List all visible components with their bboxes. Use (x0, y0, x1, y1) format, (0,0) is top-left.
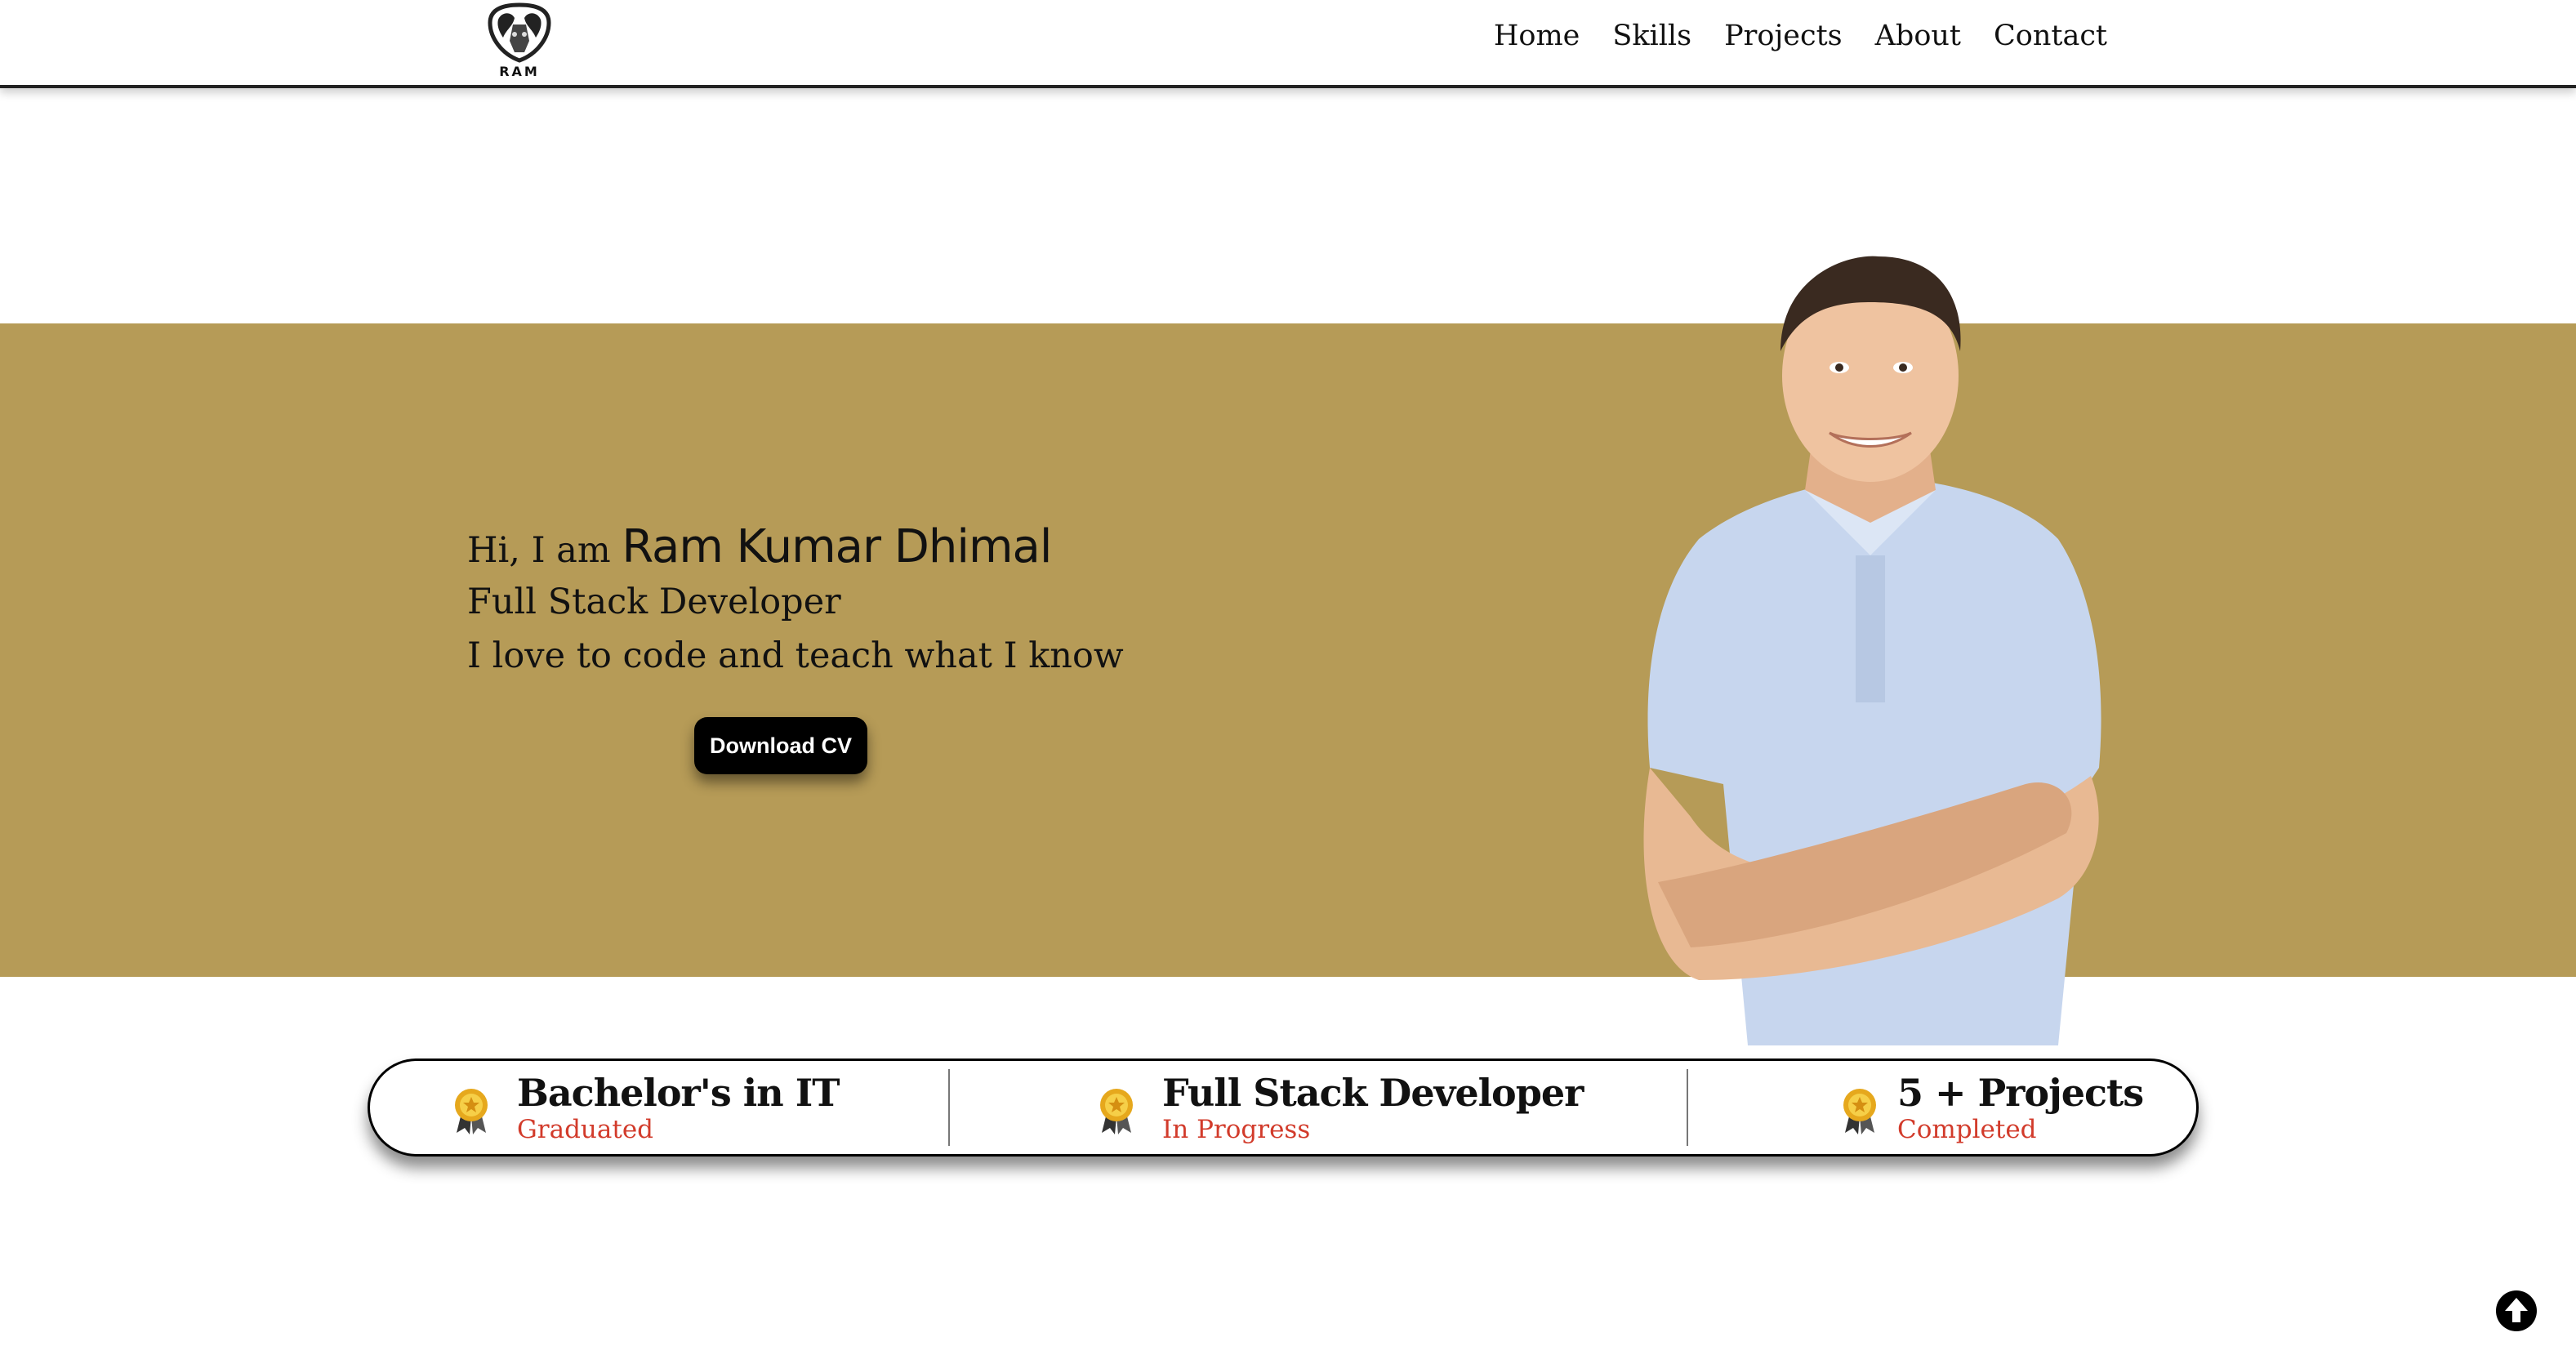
profile-photo (1643, 256, 2101, 1045)
hero-tagline: I love to code and teach what I know (467, 635, 1124, 676)
nav-about[interactable]: About (1875, 20, 1961, 52)
stats-bar: Bachelor's in IT Graduated Full Stack De… (368, 1059, 2199, 1157)
nav-skills[interactable]: Skills (1612, 20, 1691, 52)
hero-section (0, 323, 2576, 977)
nav-home[interactable]: Home (1494, 20, 1580, 52)
logo-text: RAM (499, 64, 540, 79)
stats-divider (1687, 1069, 1688, 1146)
stat-subtitle: Completed (1897, 1115, 2037, 1144)
nav-contact[interactable]: Contact (1994, 20, 2107, 52)
stat-title: Full Stack Developer (1162, 1071, 1584, 1115)
stat-title: Bachelor's in IT (517, 1071, 840, 1115)
stat-subtitle: In Progress (1162, 1115, 1311, 1144)
stat-subtitle: Graduated (517, 1115, 654, 1144)
ram-head-icon (488, 2, 551, 63)
stats-divider (948, 1069, 950, 1146)
hero-text: Hi, I am Ram Kumar Dhimal Full Stack Dev… (467, 523, 1124, 683)
medal-icon (1100, 1089, 1133, 1134)
scroll-top-button[interactable] (2496, 1290, 2537, 1331)
medal-icon (455, 1089, 488, 1134)
nav-projects[interactable]: Projects (1724, 20, 1843, 52)
greeting-text: Hi, I am (467, 530, 611, 571)
download-cv-button[interactable]: Download CV (694, 717, 867, 774)
hero-greeting: Hi, I am Ram Kumar Dhimal (467, 523, 1124, 575)
hero-role: Full Stack Developer (467, 582, 841, 622)
arrow-up-circle-icon (2497, 1291, 2536, 1330)
main-nav: Home Skills Projects About Contact (1494, 20, 2107, 52)
hero-name: Ram Kumar Dhimal (622, 520, 1052, 573)
ram-logo[interactable]: RAM (484, 2, 555, 80)
medal-icon (1843, 1089, 1876, 1134)
site-header: RAM Home Skills Projects About Contact (0, 0, 2576, 88)
stat-title: 5 + Projects (1897, 1071, 2144, 1115)
